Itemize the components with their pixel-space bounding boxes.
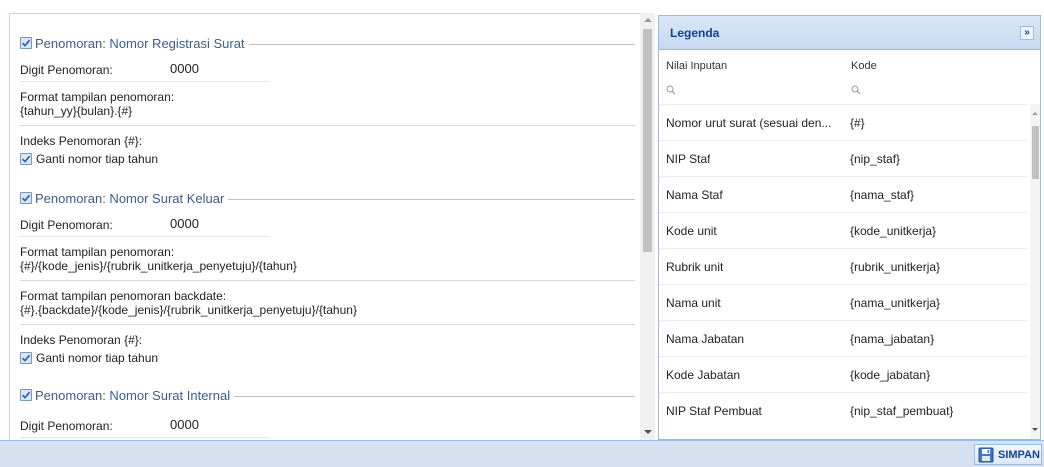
cell-code: {nip_staf_pembuat}: [850, 404, 954, 418]
legenda-title: Legenda: [670, 26, 720, 40]
cell-code: {nama_unitkerja}: [850, 296, 941, 310]
table-row[interactable]: Kode unit {kode_unitkerja}: [659, 212, 1028, 248]
fieldset-legend-label: Penomoran: Nomor Surat Keluar: [35, 190, 225, 206]
digit-label: Digit Penomoran:: [20, 419, 113, 433]
table-row[interactable]: Nomor urut surat (sesuai den... {#}: [659, 104, 1028, 140]
filter-input-nilai[interactable]: [666, 83, 826, 97]
format-value[interactable]: {#}/{kode_jenis}/{rubrik_unitkerja_penye…: [20, 259, 635, 274]
cell-code: {nama_jabatan}: [850, 332, 935, 346]
table-row[interactable]: Kode Jabatan {kode_jabatan}: [659, 356, 1028, 392]
floppy-disk-icon: [978, 447, 994, 462]
scroll-up-arrow-icon[interactable]: [644, 18, 652, 22]
legenda-grid: Nomor urut surat (sesuai den... {#} NIP S…: [659, 104, 1028, 428]
numbering-form-panel: Penomoran: Nomor Registrasi Surat Digit …: [9, 13, 640, 440]
legenda-scrollbar[interactable]: [1030, 104, 1040, 439]
cell-input: Nama Jabatan: [666, 332, 745, 346]
fieldset-legend-surat-keluar[interactable]: Penomoran: Nomor Surat Keluar: [20, 190, 635, 206]
table-row[interactable]: Nama unit {nama_unitkerja}: [659, 284, 1028, 320]
cell-input: Kode Jabatan: [666, 368, 741, 382]
column-header-input[interactable]: Nilai Inputan: [666, 60, 727, 72]
cell-input: NIP Staf Pembuat: [666, 404, 762, 418]
format-field-surat-keluar[interactable]: Format tampilan penomoran: {#}/{kode_jen…: [20, 245, 635, 281]
scroll-up-arrow-icon[interactable]: [1032, 112, 1038, 115]
format-label: Format tampilan penomoran:: [20, 245, 175, 259]
table-row[interactable]: Nama Staf {nama_staf}: [659, 176, 1028, 212]
digit-field-surat-keluar[interactable]: Digit Penomoran: 0000: [20, 213, 270, 237]
fieldset-rule: [234, 395, 635, 397]
cell-input: Kode unit: [666, 224, 717, 238]
checkbox-checked-icon[interactable]: [20, 352, 32, 364]
checkbox-checked-icon[interactable]: [20, 37, 32, 49]
index-label-registrasi: Indeks Penomoran {#}:: [20, 134, 635, 150]
format-label: Format tampilan penomoran:: [20, 90, 175, 104]
table-row[interactable]: NIP Staf Pembuat {nip_staf_pembuat}: [659, 392, 1028, 428]
cell-code: {rubrik_unitkerja}: [850, 260, 941, 274]
reset-yearly-checkbox-registrasi[interactable]: Ganti nomor tiap tahun: [20, 152, 158, 166]
scroll-thumb[interactable]: [643, 29, 652, 252]
cell-input: NIP Staf: [666, 152, 711, 166]
save-button[interactable]: SIMPAN: [974, 444, 1042, 465]
checkbox-checked-icon[interactable]: [20, 389, 32, 401]
table-row[interactable]: Nama Jabatan {nama_jabatan}: [659, 320, 1028, 356]
cell-code: {nip_staf}: [850, 152, 901, 166]
checkbox-checked-icon[interactable]: [20, 153, 32, 165]
footer-toolbar: SIMPAN: [0, 440, 1044, 467]
cell-input: Nama Staf: [666, 188, 723, 202]
scroll-down-arrow-icon[interactable]: [1032, 428, 1038, 431]
cell-code: {kode_unitkerja}: [850, 224, 937, 238]
legenda-filter-row: [659, 79, 1040, 99]
fieldset-rule: [248, 43, 635, 45]
digit-label: Digit Penomoran:: [20, 63, 113, 77]
digit-field-surat-internal[interactable]: Digit Penomoran: 0000: [20, 414, 270, 438]
index-label-surat-keluar: Indeks Penomoran {#}:: [20, 333, 635, 349]
backdate-format-label: Format tampilan penomoran backdate:: [20, 289, 227, 303]
cell-code: {#}: [850, 116, 865, 130]
form-scrollbar[interactable]: [640, 13, 655, 440]
cell-code: {kode_jabatan}: [850, 368, 931, 382]
legenda-panel: Legenda » Nilai Inputan Kode Nomor urut …: [658, 15, 1041, 440]
cell-input: Nama unit: [666, 296, 721, 310]
save-button-label: SIMPAN: [998, 448, 1040, 461]
checkbox-label: Ganti nomor tiap tahun: [36, 152, 159, 166]
table-row[interactable]: NIP Staf {nip_staf}: [659, 140, 1028, 176]
table-row[interactable]: Rubrik unit {rubrik_unitkerja}: [659, 248, 1028, 284]
search-icon: [666, 85, 676, 95]
digit-field-registrasi[interactable]: Digit Penomoran: 0000: [20, 58, 270, 82]
fieldset-legend-label: Penomoran: Nomor Surat Internal: [35, 387, 231, 403]
cell-input: Rubrik unit: [666, 260, 724, 274]
format-field-registrasi[interactable]: Format tampilan penomoran: {tahun_yy}{bu…: [20, 90, 635, 126]
scroll-down-arrow-icon[interactable]: [644, 430, 652, 434]
backdate-format-value[interactable]: {#}.{backdate}/{kode_jenis}/{rubrik_unit…: [20, 303, 635, 318]
digit-value[interactable]: 0000: [170, 417, 199, 432]
fieldset-legend-registrasi[interactable]: Penomoran: Nomor Registrasi Surat: [20, 35, 635, 51]
digit-label: Digit Penomoran:: [20, 218, 113, 232]
digit-value[interactable]: 0000: [170, 216, 199, 231]
column-header-code[interactable]: Kode: [851, 60, 877, 72]
cell-input: Nomor urut surat (sesuai den...: [666, 116, 832, 130]
search-icon: [851, 85, 861, 95]
index-label: Indeks Penomoran {#}:: [20, 134, 143, 148]
index-label: Indeks Penomoran {#}:: [20, 333, 143, 347]
legenda-column-header: Nilai Inputan Kode: [659, 51, 1040, 79]
fieldset-legend-surat-internal[interactable]: Penomoran: Nomor Surat Internal: [20, 387, 635, 403]
checkbox-label: Ganti nomor tiap tahun: [36, 351, 159, 365]
digit-value[interactable]: 0000: [170, 61, 199, 76]
reset-yearly-checkbox-surat-keluar[interactable]: Ganti nomor tiap tahun: [20, 351, 158, 365]
filter-input-kode[interactable]: [851, 83, 1011, 97]
fieldset-legend-label: Penomoran: Nomor Registrasi Surat: [35, 35, 245, 51]
fieldset-rule: [228, 198, 635, 200]
checkbox-checked-icon[interactable]: [20, 192, 32, 204]
scroll-thumb[interactable]: [1032, 126, 1039, 179]
double-chevron-right-icon[interactable]: »: [1020, 26, 1034, 40]
cell-code: {nama_staf}: [850, 188, 915, 202]
format-value[interactable]: {tahun_yy}{bulan}.{#}: [20, 104, 635, 119]
backdate-format-field-surat-keluar[interactable]: Format tampilan penomoran backdate: {#}.…: [20, 289, 635, 325]
legenda-header: Legenda »: [659, 16, 1040, 50]
